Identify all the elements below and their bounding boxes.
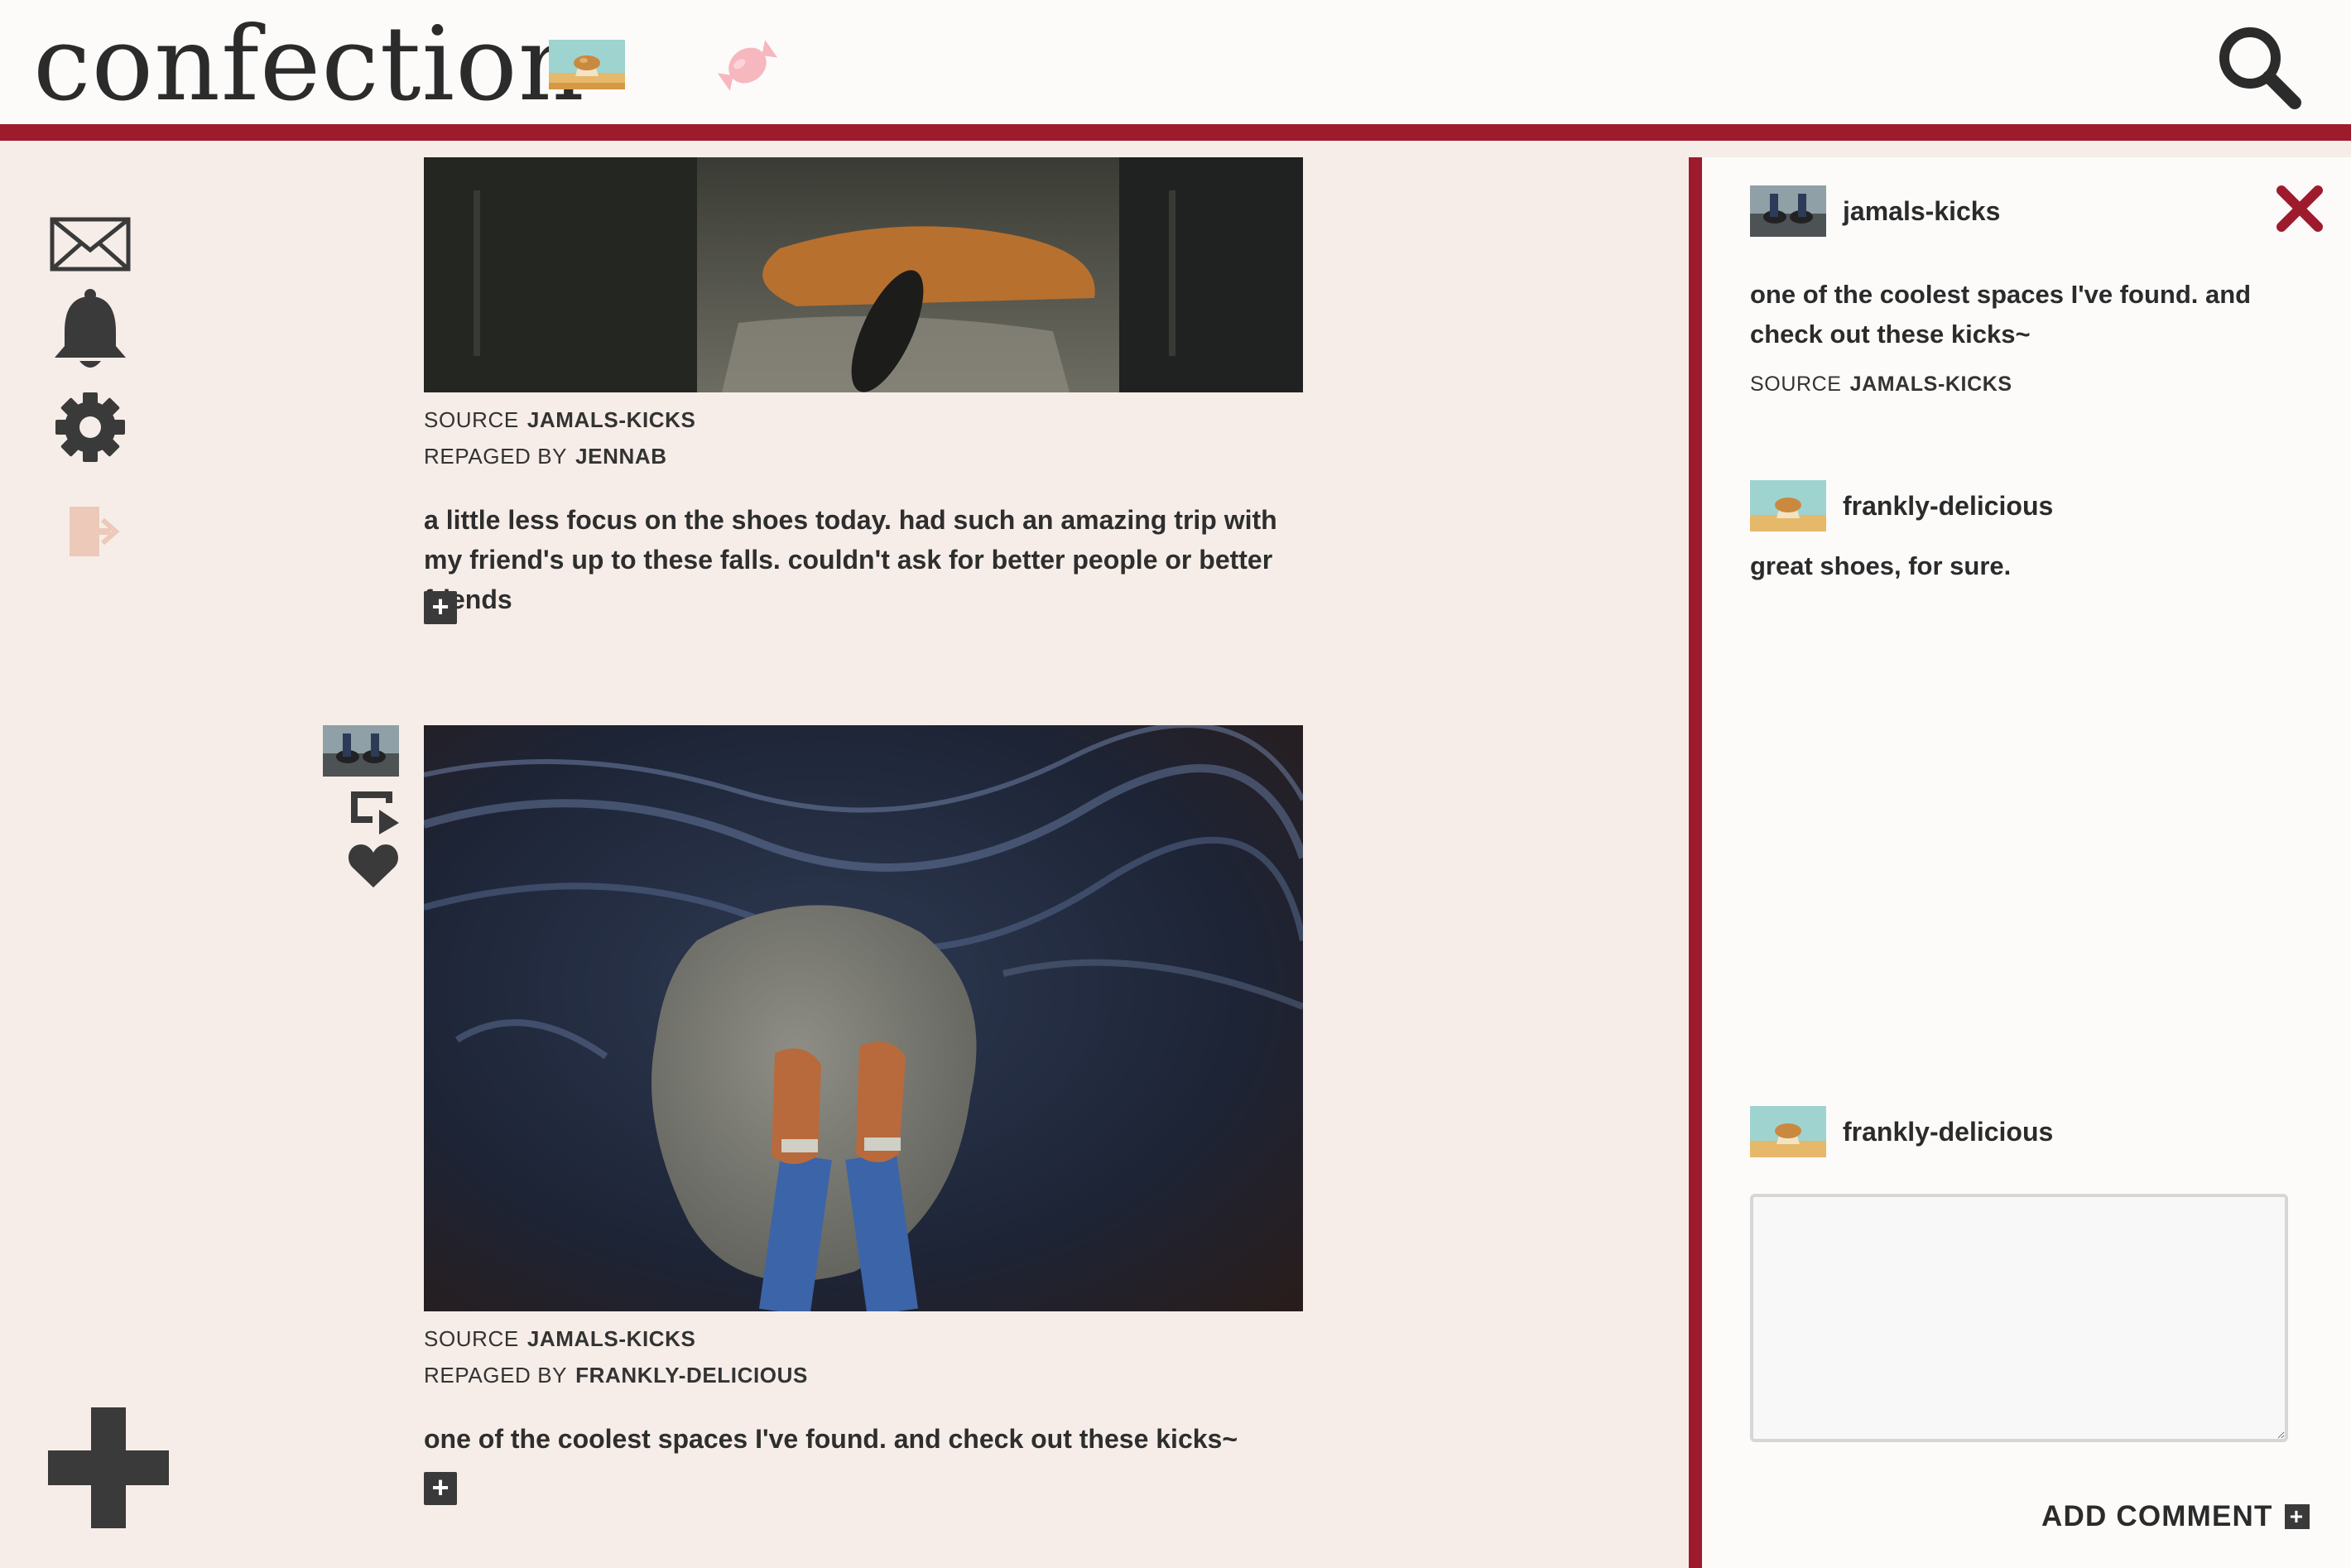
username[interactable]: frankly-delicious — [1843, 491, 2053, 522]
post-repaged-by: REPAGED BY FRANKLY-DELICIOUS — [424, 1363, 808, 1388]
post-image[interactable] — [424, 725, 1303, 1311]
post-image[interactable] — [424, 157, 1303, 392]
username[interactable]: jamals-kicks — [1843, 196, 2000, 227]
post-repaged-by: REPAGED BY JENNAB — [424, 444, 667, 469]
plus-icon: + — [2284, 1504, 2310, 1529]
repaged-by-link[interactable]: FRANKLY-DELICIOUS — [575, 1363, 808, 1388]
source-link[interactable]: JAMALS-KICKS — [1850, 373, 2012, 396]
candy-icon[interactable] — [710, 30, 785, 101]
page: confection SOURCE JAMALS-KICKS REPAGED B… — [0, 0, 2351, 1568]
source-label: SOURCE — [424, 1326, 519, 1351]
panel-post-source: SOURCE JAMALS-KICKS — [1750, 373, 2012, 397]
post-actions — [323, 725, 399, 889]
source-label: SOURCE — [1750, 373, 1842, 396]
heart-icon[interactable] — [348, 843, 399, 889]
repaged-by-link[interactable]: JENNAB — [575, 444, 667, 469]
repaged-label: REPAGED BY — [424, 444, 568, 469]
expand-post-button[interactable]: + — [424, 1472, 457, 1505]
author-avatar[interactable] — [1750, 185, 1826, 237]
comment-text: great shoes, for sure. — [1750, 551, 2012, 580]
post-source: SOURCE JAMALS-KICKS — [424, 1326, 696, 1352]
username: frankly-delicious — [1843, 1116, 2054, 1147]
muffin-avatar — [1750, 1106, 1826, 1157]
post-caption: one of the coolest spaces I've found. an… — [424, 1424, 1238, 1454]
source-link[interactable]: JAMALS-KICKS — [527, 407, 696, 432]
post-source: SOURCE JAMALS-KICKS — [424, 407, 696, 433]
source-label: SOURCE — [424, 407, 519, 432]
composer-author: frankly-delicious — [1750, 1106, 2053, 1157]
panel-post-text: one of the coolest spaces I've found. an… — [1750, 280, 2252, 349]
top-bar: confection — [0, 0, 2351, 141]
post-caption: a little less focus on the shoes today. … — [424, 505, 1277, 614]
muffin-thumbnail[interactable] — [549, 40, 625, 89]
author-avatar[interactable] — [323, 725, 399, 777]
comment-input[interactable] — [1750, 1194, 2288, 1442]
close-icon[interactable] — [2275, 184, 2325, 233]
feed: SOURCE JAMALS-KICKS REPAGED BY JENNAB a li… — [0, 157, 1689, 1568]
panel-post-author: jamals-kicks — [1750, 185, 2000, 237]
comment-author: frankly-delicious — [1750, 480, 2053, 531]
add-comment-button[interactable]: ADD COMMENT + — [2041, 1500, 2310, 1533]
muffin-avatar[interactable] — [1750, 480, 1826, 531]
repage-icon[interactable] — [348, 788, 399, 835]
brand-logo[interactable]: confection — [33, 13, 585, 116]
add-comment-label: ADD COMMENT — [2041, 1500, 2273, 1532]
expand-post-button[interactable]: + — [424, 591, 457, 624]
source-link[interactable]: JAMALS-KICKS — [527, 1326, 696, 1351]
repaged-label: REPAGED BY — [424, 1363, 568, 1388]
search-icon[interactable] — [2214, 22, 2305, 113]
